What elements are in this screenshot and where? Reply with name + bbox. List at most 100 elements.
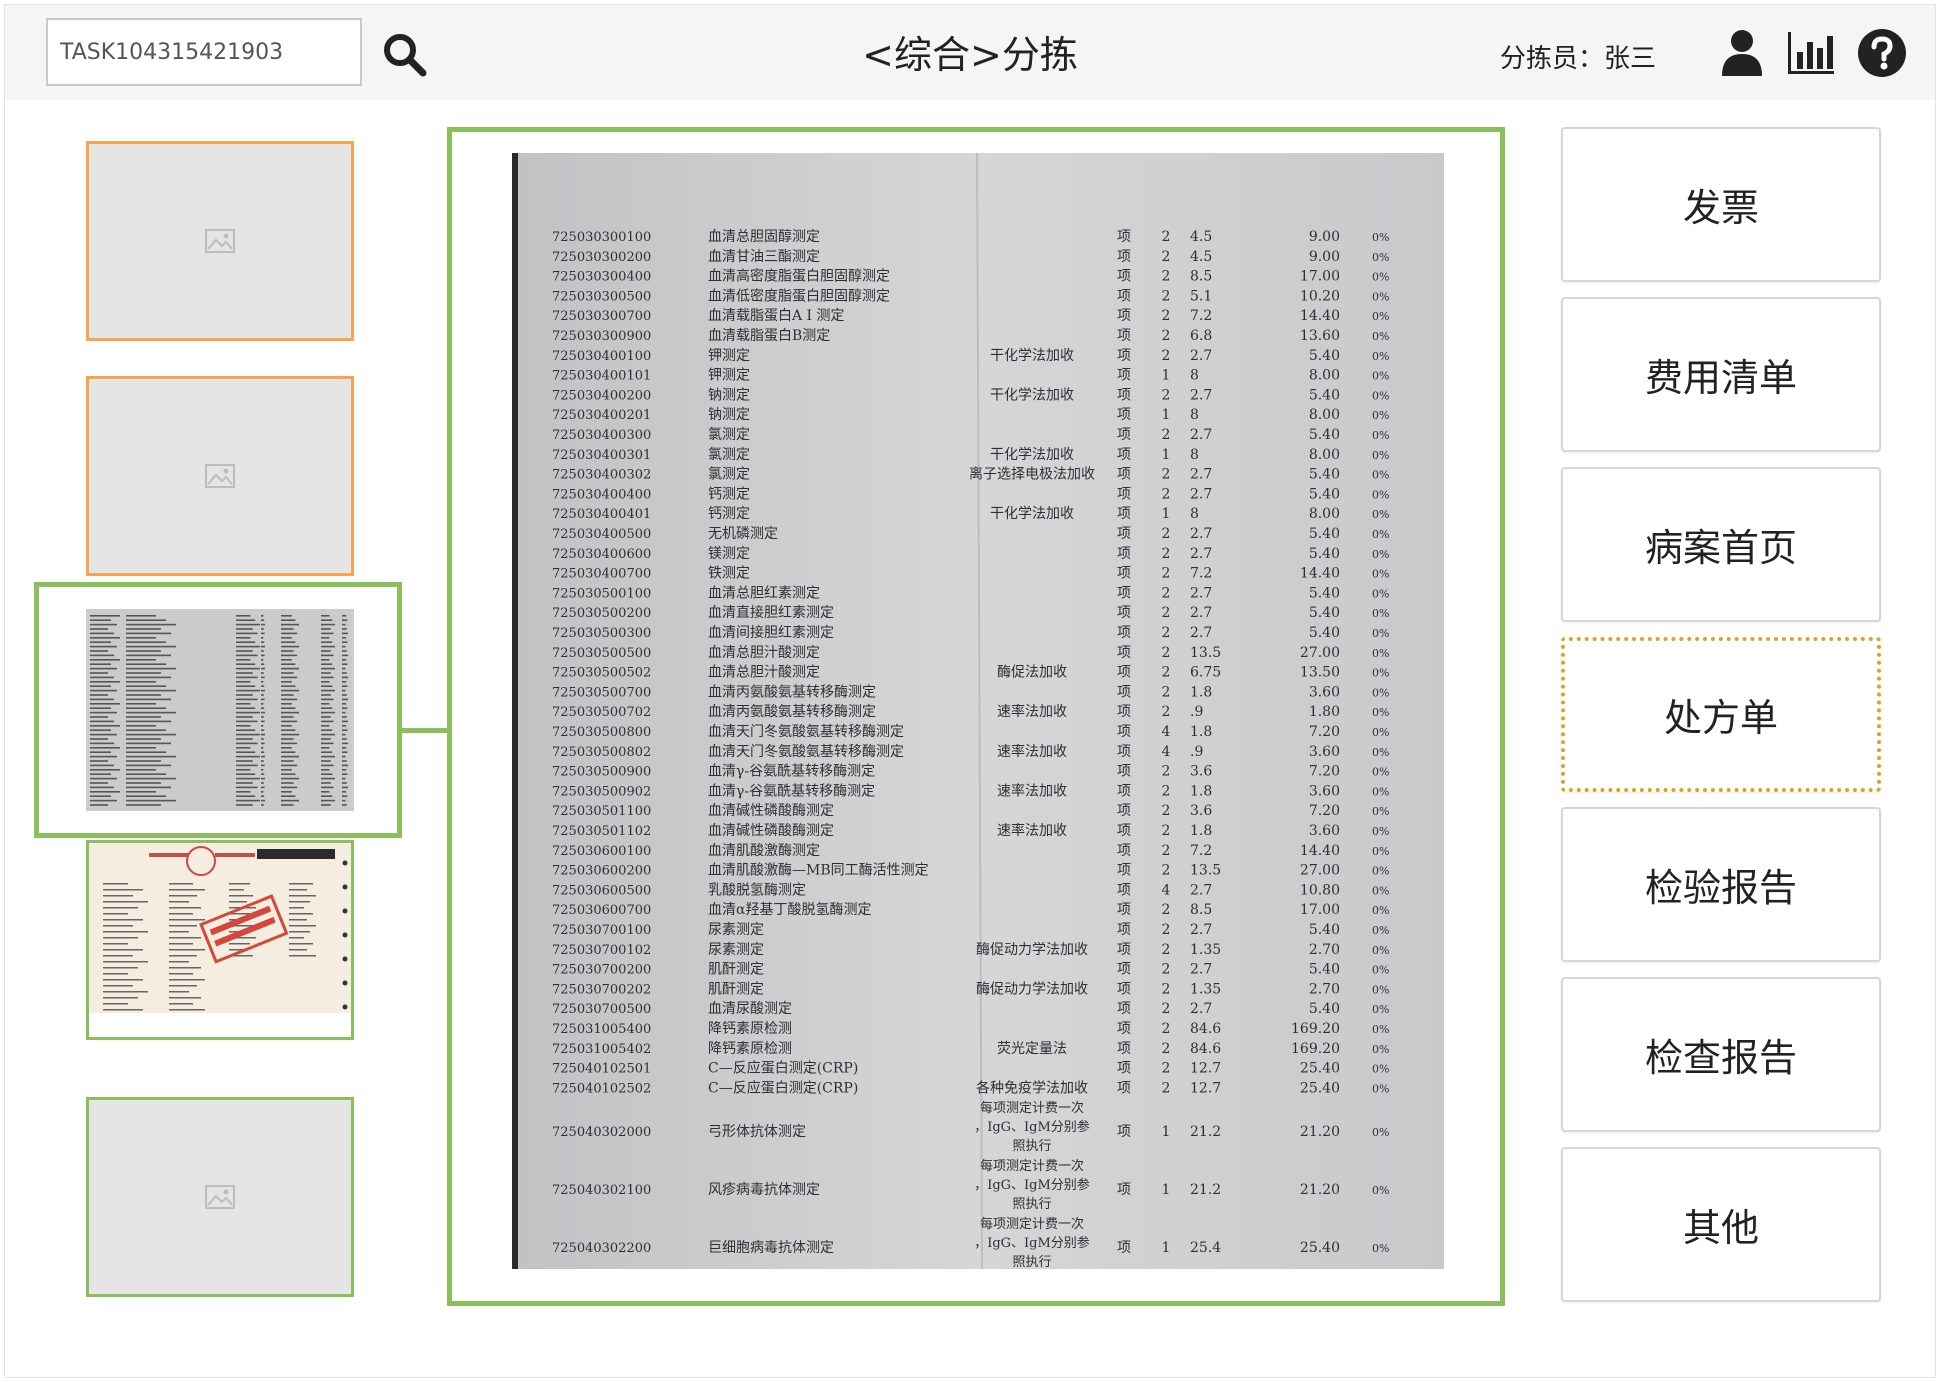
doc-cell: 0% xyxy=(1372,706,1389,719)
doc-cell: 84.6 xyxy=(1190,1021,1221,1037)
doc-cell: 5.1 xyxy=(1190,288,1212,304)
doc-cell: 1.35 xyxy=(1190,942,1221,958)
doc-cell: 血清天门冬氨酸氨基转移酶测定 xyxy=(708,723,904,740)
doc-cell: 镁测定 xyxy=(708,546,750,562)
doc-cell: 无机磷测定 xyxy=(708,526,778,542)
doc-cell: 血清丙氨酸氨基转移酶测定 xyxy=(708,703,876,720)
doc-cell: 725030400400 xyxy=(552,487,651,502)
category-prescription-button[interactable]: 处方单 xyxy=(1561,637,1881,792)
doc-cell: 项 xyxy=(1117,902,1131,918)
doc-cell: 血清间接胆红素测定 xyxy=(708,624,834,641)
doc-cell: 725030400101 xyxy=(552,369,651,384)
doc-cell: 725030700100 xyxy=(552,923,651,938)
category-case-front-page-button[interactable]: 病案首页 xyxy=(1561,467,1881,622)
doc-cell: 725030400201 xyxy=(552,408,651,423)
doc-cell: 项 xyxy=(1117,605,1131,621)
doc-cell: 9.00 xyxy=(1309,229,1340,245)
doc-cell: 14.40 xyxy=(1300,843,1340,859)
doc-cell: C—反应蛋白测定(CRP) xyxy=(708,1060,858,1077)
doc-cell: 1 xyxy=(1162,407,1171,423)
thumbnail-5[interactable] xyxy=(86,1097,354,1297)
doc-cell: 1.35 xyxy=(1190,981,1221,997)
doc-cell: 25.40 xyxy=(1300,1080,1340,1096)
thumbnail-4-invoice[interactable] xyxy=(86,840,354,1040)
category-lab-report-button[interactable]: 检验报告 xyxy=(1561,807,1881,962)
doc-cell: 725030500902 xyxy=(552,784,651,799)
search-icon[interactable] xyxy=(380,30,428,78)
doc-cell: 0% xyxy=(1372,548,1389,561)
doc-cell: 5.40 xyxy=(1309,467,1340,483)
doc-cell: 0% xyxy=(1372,449,1389,462)
category-invoice-button[interactable]: 发票 xyxy=(1561,127,1881,282)
doc-cell: 2.7 xyxy=(1190,962,1212,978)
thumbnail-1[interactable] xyxy=(86,141,354,341)
doc-cell: 项 xyxy=(1117,407,1131,423)
category-exam-report-button[interactable]: 检查报告 xyxy=(1561,977,1881,1132)
bar-chart-icon[interactable] xyxy=(1785,28,1837,78)
doc-cell: 项 xyxy=(1117,526,1131,542)
doc-cell: 8.00 xyxy=(1309,368,1340,384)
doc-cell: 血清γ-谷氨酰基转移酶测定 xyxy=(708,763,875,780)
doc-cell: 7.20 xyxy=(1309,803,1340,819)
doc-cell: 725031005402 xyxy=(552,1042,651,1057)
doc-cell: 725030400200 xyxy=(552,388,651,403)
doc-cell: 项 xyxy=(1117,229,1131,245)
doc-cell: 2 xyxy=(1162,467,1171,483)
doc-cell: 酶促动力学法加收 xyxy=(976,981,1088,997)
category-expense-list-button[interactable]: 费用清单 xyxy=(1561,297,1881,452)
doc-cell: 17.00 xyxy=(1300,902,1340,918)
doc-cell: 项 xyxy=(1117,427,1131,443)
doc-cell: 弓形体抗体测定 xyxy=(708,1124,806,1140)
doc-cell: 4.5 xyxy=(1190,249,1212,265)
doc-cell: 8 xyxy=(1190,368,1199,384)
doc-cell: 血清肌酸激酶—MB同工酶活性测定 xyxy=(708,862,929,879)
doc-cell: 项 xyxy=(1117,1001,1131,1017)
prescription-scan: 725030300100 血清总胆固醇测定项 2 4.5 9.00 0%725030300… xyxy=(512,153,1444,1269)
doc-cell: 27.00 xyxy=(1300,863,1340,879)
doc-cell: 速率法加收 xyxy=(997,822,1067,839)
help-icon[interactable] xyxy=(1856,28,1908,78)
doc-cell: 725040302200 xyxy=(552,1241,651,1256)
doc-cell: 血清尿酸测定 xyxy=(708,1001,792,1017)
doc-cell: 9.00 xyxy=(1309,249,1340,265)
doc-cell: 2.7 xyxy=(1190,585,1212,601)
doc-cell: 725030300700 xyxy=(552,309,651,324)
doc-cell: 0% xyxy=(1372,330,1389,343)
doc-cell: 2 xyxy=(1162,566,1171,582)
doc-cell: 4 xyxy=(1162,882,1171,898)
doc-cell: 5.40 xyxy=(1309,585,1340,601)
doc-cell: 0% xyxy=(1372,251,1389,264)
doc-cell: 13.5 xyxy=(1190,863,1221,879)
doc-cell: 2 xyxy=(1162,526,1171,542)
doc-cell: 725030400300 xyxy=(552,428,651,443)
doc-cell: 2 xyxy=(1162,486,1171,502)
doc-cell: 2 xyxy=(1162,308,1171,324)
doc-cell: 2 xyxy=(1162,625,1171,641)
category-other-button[interactable]: 其他 xyxy=(1561,1147,1881,1302)
doc-cell: 血清碱性磷酸酶测定 xyxy=(708,803,834,819)
doc-cell: 项 xyxy=(1117,467,1131,483)
doc-cell: 14.40 xyxy=(1300,566,1340,582)
doc-cell: 2 xyxy=(1162,1001,1171,1017)
thumbnail-2[interactable] xyxy=(86,376,354,576)
thumbnail-3-prescription[interactable] xyxy=(86,609,354,811)
doc-cell: 8.5 xyxy=(1190,269,1212,285)
doc-cell: 速率法加收 xyxy=(997,703,1067,720)
doc-cell: 0% xyxy=(1372,667,1389,680)
user-icon[interactable] xyxy=(1716,28,1768,78)
doc-cell: .9 xyxy=(1190,704,1203,720)
doc-cell: 血清直接胆红素测定 xyxy=(708,604,834,621)
doc-cell: 乳酸脱氢酶测定 xyxy=(708,882,806,898)
doc-cell: 干化学法加收 xyxy=(990,447,1074,463)
doc-cell: 2 xyxy=(1162,783,1171,799)
doc-cell: 0% xyxy=(1372,1242,1389,1255)
doc-cell: 1.80 xyxy=(1309,704,1340,720)
doc-cell: 2 xyxy=(1162,605,1171,621)
doc-cell: 3.6 xyxy=(1190,803,1212,819)
doc-cell: 1.8 xyxy=(1190,823,1212,839)
doc-cell: 725030500802 xyxy=(552,745,651,760)
doc-cell: 725030300100 xyxy=(552,230,651,245)
task-search-input[interactable] xyxy=(46,18,362,86)
doc-cell: 酶促动力学法加收 xyxy=(976,942,1088,958)
doc-cell: 0% xyxy=(1372,290,1389,303)
